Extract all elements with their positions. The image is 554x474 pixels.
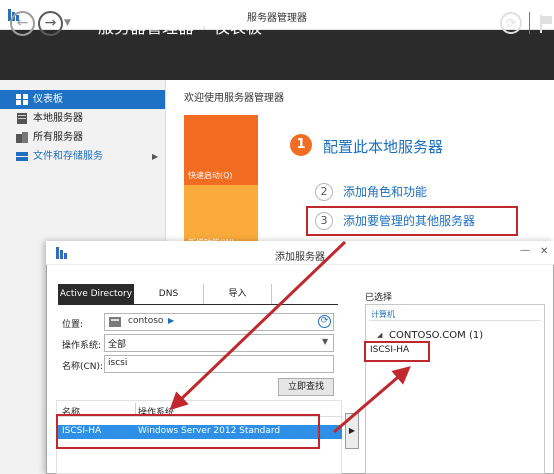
dashboard-icon [16,94,28,105]
step-configure-local-server-link[interactable]: 配置此本地服务器 [323,136,443,157]
storage-icon [16,152,28,161]
header-bar [0,30,554,80]
header-divider [529,12,530,34]
welcome-title: 欢迎使用服务器管理器 [184,93,284,104]
chevron-down-icon[interactable]: ▼ [322,337,328,346]
sidebar-item-label: 文件和存储服务 [33,151,103,162]
dialog-title: 添加服务器 [275,252,325,263]
header-dropdown-icon[interactable]: ▾ [488,17,493,27]
add-to-selected-button[interactable]: ▶ [345,413,359,449]
tab-dns[interactable]: DNS [134,284,204,304]
refresh-icon[interactable]: ⟳ [318,315,331,328]
location-value: contoso [128,316,164,326]
annotation-highlight-box [306,206,518,236]
sidebar-item-label: 仪表板 [33,94,63,105]
selected-title: 已选择 [365,293,393,303]
tab-underline [58,304,338,305]
breadcrumb-root[interactable]: 服务器管理器 [98,18,194,37]
annotation-highlight-box [364,341,430,362]
forward-arrow-icon[interactable]: → [38,11,63,36]
location-label: 位置: [62,320,84,330]
find-now-button[interactable]: 立即查找 [278,378,334,396]
breadcrumb: 服务器管理器 › 仪表板 [98,14,262,38]
chevron-right-icon[interactable]: ▶ [168,316,174,325]
name-label: 名称(CN): [62,362,104,372]
header-divider [369,320,541,321]
breadcrumb-page: 仪表板 [214,18,263,37]
sidebar-item-label: 本地服务器 [33,113,83,124]
history-dropdown-icon[interactable]: ▼ [64,18,71,28]
window-title: 服务器管理器 [247,13,307,24]
step-1-number: 1 [290,134,312,156]
step-add-roles-link[interactable]: 添加角色和功能 [343,183,427,200]
breadcrumb-separator: › [202,23,207,34]
name-input[interactable] [104,355,334,373]
close-icon[interactable]: ✕ [540,246,548,257]
os-select[interactable] [104,334,334,352]
domain-group-label: CONTOSO.COM (1) [389,330,484,341]
minimize-icon[interactable]: — [520,245,530,256]
quick-start-label: 快速启动(Q) [188,171,233,180]
tab-import[interactable]: 导入 [204,284,272,304]
servers-icon [16,132,28,143]
column-header-computer[interactable]: 计算机 [371,309,395,320]
sidebar-item-file-storage[interactable]: 文件和存储服务 ▶ [0,147,165,166]
sidebar-item-all-servers[interactable]: 所有服务器 [0,128,165,147]
back-arrow-icon[interactable]: ← [10,11,35,36]
tree-expand-icon[interactable]: ◢ [377,331,382,339]
step-2-number: 2 [315,183,333,201]
domain-icon [109,317,121,327]
annotation-highlight-box [56,414,320,449]
os-select-value: 全部 [108,340,127,350]
sidebar-item-label: 所有服务器 [33,132,83,143]
tab-active-directory[interactable]: Active Directory [58,284,134,304]
notification-flag-icon[interactable] [538,14,554,34]
os-label: 操作系统: [62,341,102,351]
sidebar-item-local-server[interactable]: 本地服务器 [0,109,165,128]
new-features-tile[interactable] [184,185,258,245]
refresh-icon[interactable]: ⟳ [500,12,522,34]
name-input-value: iscsi [108,358,128,368]
chevron-right-icon: ▶ [152,152,159,161]
sidebar-item-dashboard[interactable]: 仪表板 [0,90,165,109]
server-icon [17,113,27,124]
